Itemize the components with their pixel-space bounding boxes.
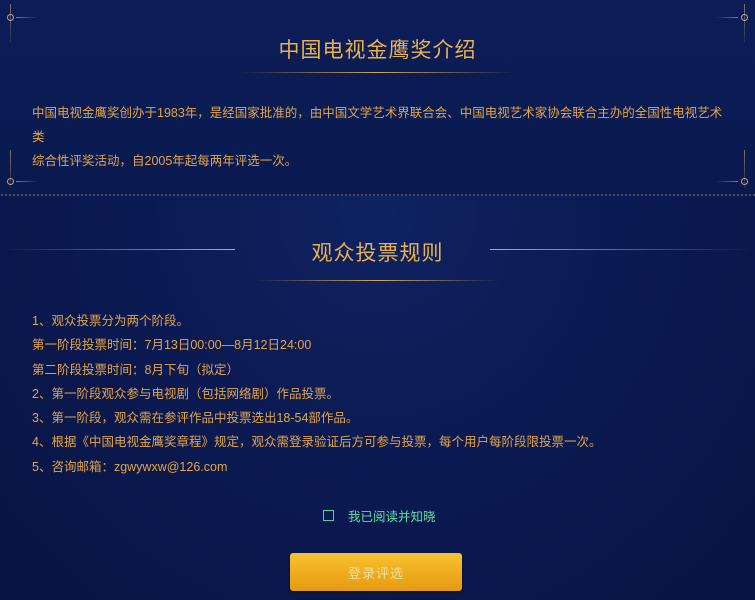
intro-text: 中国电视金鹰奖创办于1983年，是经国家批准的，由中国文学艺术界联合会、中国电视… xyxy=(32,101,732,173)
rule-item: 5、咨询邮箱：zgwywxw@126.com xyxy=(32,459,228,474)
intro-text-line: 中国电视金鹰奖创办于1983年，是经国家批准的，由中国文学艺术界联合会、中国电视… xyxy=(32,106,723,144)
corner-ring-icon xyxy=(7,14,14,21)
login-button[interactable]: 登录评选 xyxy=(290,553,462,591)
rule-item: 第一阶段投票时间：7月13日00:00—8月12日24:00 xyxy=(32,338,312,353)
divider xyxy=(0,194,755,196)
rule-item: 3、第一阶段，观众需在参评作品中投票选出18-54部作品。 xyxy=(32,411,359,426)
rule-item: 2、第一阶段观众参与电视剧（包括网络剧）作品投票。 xyxy=(32,386,339,401)
corner-ring-icon xyxy=(741,178,748,185)
corner-ring-icon xyxy=(741,14,748,21)
agree-label[interactable]: 我已阅读并知晓 xyxy=(348,506,436,525)
title-underline xyxy=(255,280,500,281)
rules-title: 观众投票规则 xyxy=(311,242,444,265)
corner-decoration xyxy=(16,181,38,182)
corner-ring-icon xyxy=(7,178,14,185)
vote-page: 中国电视金鹰奖介绍 中国电视金鹰奖创办于1983年，是经国家批准的，由中国文学艺… xyxy=(0,0,755,600)
rules-list: 1、观众投票分为两个阶段。 第一阶段投票时间：7月13日00:00—8月12日2… xyxy=(32,309,732,479)
agree-checkbox-row[interactable]: 我已阅读并知晓 xyxy=(323,506,436,524)
rule-item: 4、根据《中国电视金鹰奖章程》规定，观众需登录验证后方可参与投票，每个用户每阶段… xyxy=(32,435,602,450)
intro-text-line: 综合性评奖活动，自2005年起每两年评选一次。 xyxy=(32,154,298,168)
intro-title: 中国电视金鹰奖介绍 xyxy=(278,39,477,62)
intro-panel: 中国电视金鹰奖介绍 中国电视金鹰奖创办于1983年，是经国家批准的，由中国文学艺… xyxy=(0,0,755,196)
corner-decoration xyxy=(716,17,738,18)
agree-checkbox[interactable] xyxy=(323,509,334,521)
corner-decoration xyxy=(716,181,738,182)
rule-item: 1、观众投票分为两个阶段。 xyxy=(32,314,189,328)
title-underline xyxy=(240,72,515,73)
rule-item: 第二阶段投票时间：8月下旬（拟定） xyxy=(32,362,239,377)
corner-decoration xyxy=(16,17,38,18)
